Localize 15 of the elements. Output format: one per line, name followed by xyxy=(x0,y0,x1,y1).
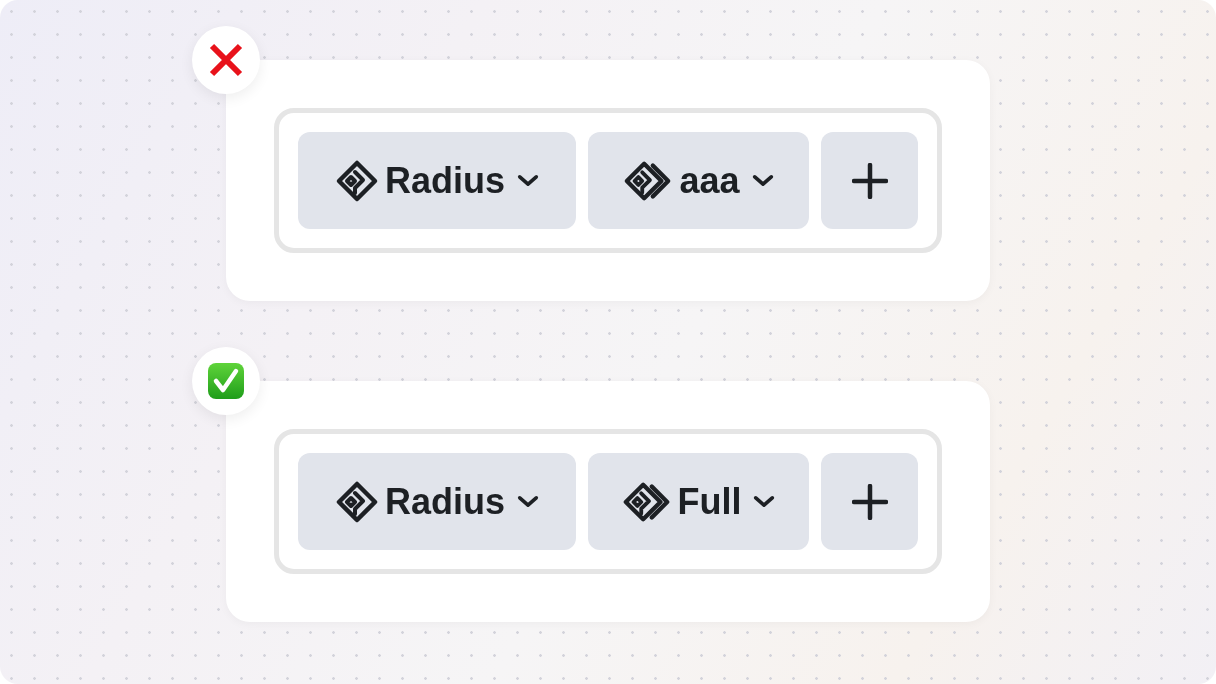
chevron-down-icon xyxy=(517,174,539,187)
diamond-chevron-icon xyxy=(621,479,672,524)
plus-icon xyxy=(851,483,888,520)
value-dropdown[interactable]: aaa xyxy=(588,132,809,229)
property-dropdown[interactable]: Radius xyxy=(298,132,576,229)
property-dropdown[interactable]: Radius xyxy=(298,453,576,550)
add-button[interactable] xyxy=(821,453,918,550)
diamond-icon xyxy=(335,479,379,524)
plus-icon xyxy=(851,162,888,199)
add-button[interactable] xyxy=(821,132,918,229)
chevron-down-icon xyxy=(751,174,774,187)
value-dropdown[interactable]: Full xyxy=(588,453,809,550)
chevron-down-icon xyxy=(753,495,776,508)
diamond-icon xyxy=(335,158,379,203)
chevron-down-icon xyxy=(517,495,539,508)
